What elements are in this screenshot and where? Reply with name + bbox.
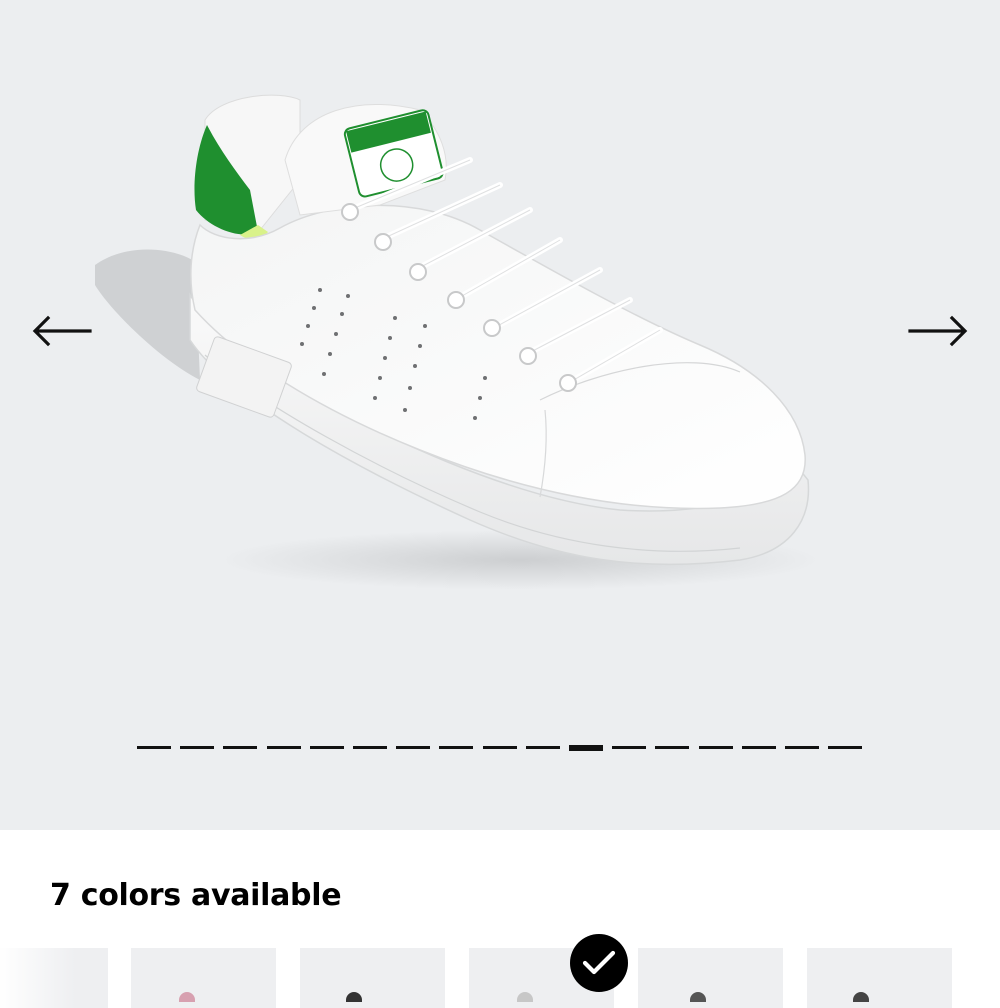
pager-dash[interactable] — [223, 746, 258, 749]
pager-dash[interactable] — [785, 746, 819, 749]
pager-dash-active[interactable] — [569, 745, 603, 751]
selected-color-badge — [570, 934, 628, 992]
color-swatch[interactable] — [300, 948, 445, 1008]
pager-dash[interactable] — [266, 746, 301, 749]
pager-dash[interactable] — [396, 746, 431, 749]
pager-dash[interactable] — [482, 746, 517, 749]
previous-image-button[interactable] — [26, 305, 96, 357]
pager-dash[interactable] — [309, 746, 344, 749]
pager-dash[interactable] — [655, 746, 690, 749]
pager-dash[interactable] — [698, 746, 733, 749]
pager-dash[interactable] — [180, 746, 215, 749]
product-image — [95, 94, 820, 590]
pager-dash[interactable] — [137, 746, 171, 749]
arrow-right-icon — [908, 315, 968, 347]
color-swatch-list — [0, 948, 1000, 1008]
pager-dash[interactable] — [439, 746, 474, 749]
product-image-gallery — [0, 0, 1000, 830]
pager-dash[interactable] — [741, 746, 776, 749]
pager-dash[interactable] — [828, 746, 863, 749]
colors-available-heading: 7 colors available — [50, 878, 342, 913]
checkmark-icon — [582, 950, 616, 975]
pager-dash[interactable] — [525, 746, 560, 749]
color-swatch[interactable] — [131, 948, 276, 1008]
color-swatch[interactable] — [0, 948, 108, 1008]
arrow-left-icon — [32, 315, 92, 347]
next-image-button[interactable] — [904, 305, 974, 357]
pager-dash[interactable] — [612, 746, 647, 749]
color-swatch[interactable] — [807, 948, 952, 1008]
color-swatch[interactable] — [638, 948, 783, 1008]
image-pager — [0, 744, 1000, 754]
pager-dash[interactable] — [353, 746, 387, 749]
